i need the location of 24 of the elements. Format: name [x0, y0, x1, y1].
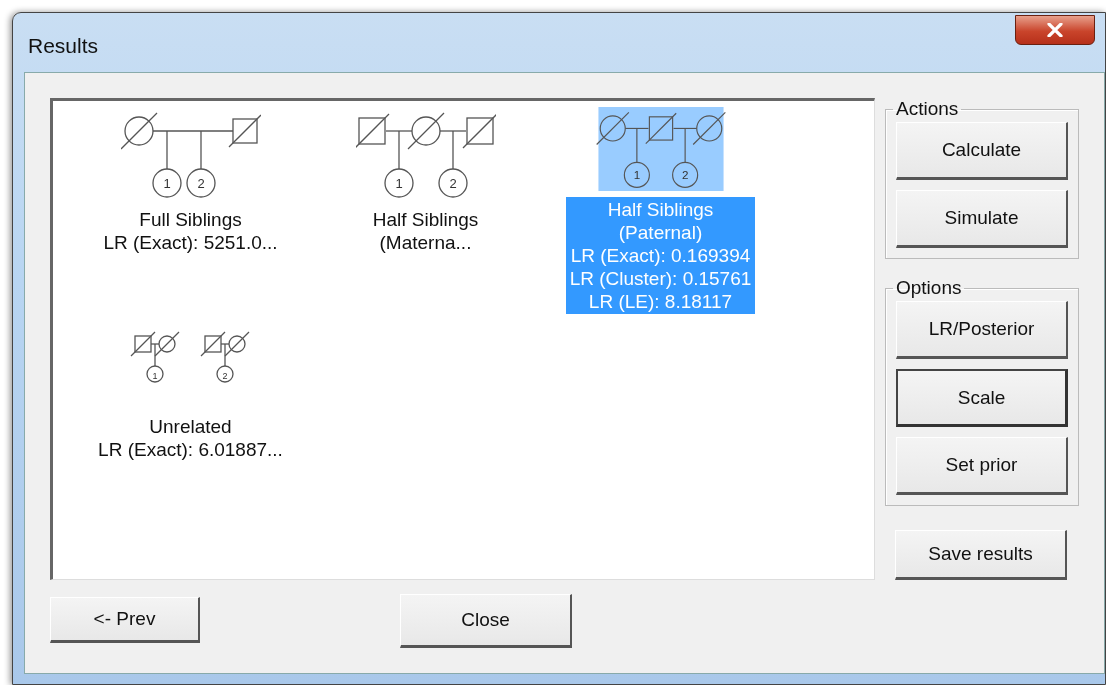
result-caption[interactable]: Half Siblings (Materna...	[368, 207, 483, 255]
action-button[interactable]: Simulate	[896, 190, 1068, 248]
child-number: 1	[162, 175, 171, 191]
action-button[interactable]: Scale	[896, 369, 1068, 427]
child-number: 1	[394, 175, 403, 191]
group-title: Options	[895, 277, 963, 299]
window-title: Results	[28, 34, 99, 58]
close-button[interactable]	[1015, 15, 1095, 45]
child-number: 2	[681, 167, 688, 181]
prev-button[interactable]: <- Prev	[50, 597, 200, 643]
child-number: 1	[152, 370, 157, 381]
child-number: 2	[222, 370, 227, 381]
group-title: Actions	[895, 98, 960, 120]
child-number: 1	[633, 167, 640, 181]
result-caption[interactable]: Unrelated LR (Exact): 6.01887...	[94, 414, 287, 462]
result-caption[interactable]: Full Siblings LR (Exact): 5251.0...	[99, 207, 282, 255]
action-button[interactable]: LR/Posterior	[896, 301, 1068, 359]
child-number: 2	[448, 175, 457, 191]
action-button[interactable]: Calculate	[896, 122, 1068, 180]
action-button[interactable]: Set prior	[896, 437, 1068, 495]
close-dialog-button[interactable]: Close	[400, 594, 572, 648]
child-number: 2	[196, 175, 205, 191]
close-icon	[1047, 23, 1063, 37]
save-button[interactable]: Save results	[895, 530, 1067, 580]
